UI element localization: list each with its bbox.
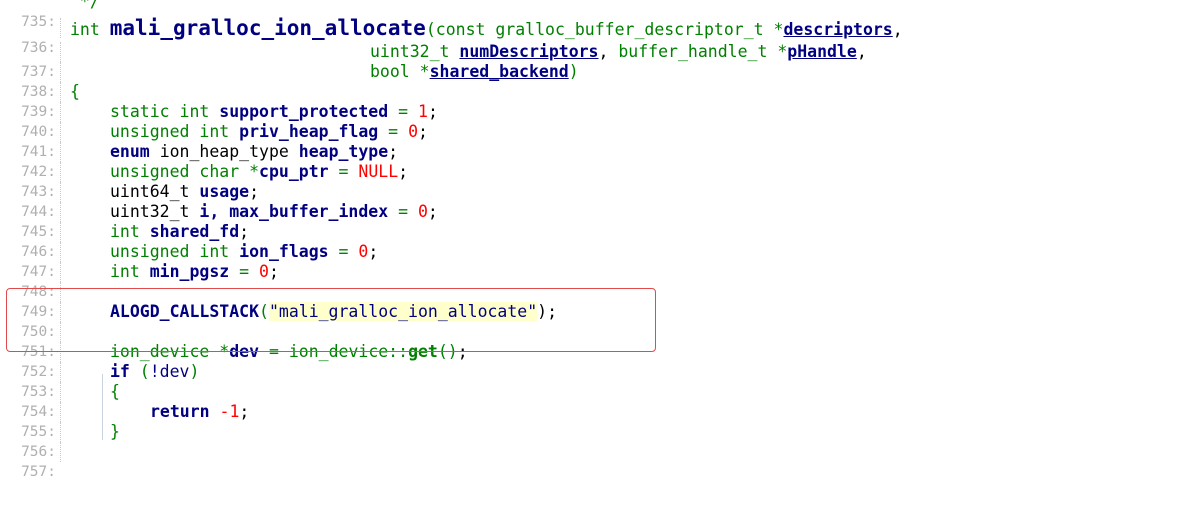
- code-line: 747: unsigned int ion_flags = 0;: [0, 242, 1195, 280]
- comment-end: */: [70, 0, 100, 11]
- param-descriptors: descriptors: [783, 20, 893, 39]
- code-line: 751:: [0, 322, 1195, 360]
- code-line: 742: enum ion_heap_type heap_type;: [0, 142, 1195, 180]
- brace-guide: [102, 374, 104, 440]
- return-type: int: [70, 20, 100, 39]
- code-line: 755: return -1;: [0, 402, 1195, 440]
- code-line: 741: unsigned int priv_heap_flag = 0;: [0, 122, 1195, 160]
- line-number: 757:: [21, 464, 56, 480]
- code-line: 750: ALOGD_CALLSTACK("mali_gralloc_ion_a…: [0, 302, 1195, 340]
- function-name: mali_gralloc_ion_allocate: [109, 16, 426, 40]
- string-literal: "mali_gralloc_ion_allocate": [268, 302, 538, 321]
- code-line: 744: uint64_t usage;: [0, 182, 1195, 220]
- fold-marker[interactable]: [60, 18, 67, 38]
- code-line: 753: if (!dev): [0, 362, 1195, 400]
- code-line: 756: }: [0, 422, 1195, 460]
- code-line: 745: uint32_t i, max_buffer_index = 0;: [0, 202, 1195, 240]
- code-line: 735: */: [0, 0, 1195, 30]
- code-line: 754: {: [0, 382, 1195, 420]
- code-line: 737: uint32_t numDescriptors, buffer_han…: [0, 42, 1195, 80]
- param-numDescriptors: numDescriptors: [459, 42, 599, 61]
- param-pHandle: pHandle: [787, 42, 857, 61]
- code-line: 736: int mali_gralloc_ion_allocate(const…: [0, 16, 1195, 57]
- code-editor[interactable]: 735: */ 736: int mali_gralloc_ion_alloca…: [0, 0, 1195, 480]
- code-line: 757:: [0, 442, 1195, 480]
- open-brace: {: [70, 82, 80, 101]
- code-line: 746: int shared_fd;: [0, 222, 1195, 260]
- code-line: 738: bool *shared_backend): [0, 62, 1195, 100]
- code-line: 749:: [0, 282, 1195, 320]
- code-line: 739: {: [0, 82, 1195, 120]
- code-line: 752: ion_device *dev = ion_device::get()…: [0, 342, 1195, 380]
- code-line: 748: int min_pgsz = 0;: [0, 262, 1195, 300]
- param-shared-backend: shared_backend: [429, 62, 569, 81]
- macro-call: ALOGD_CALLSTACK: [110, 302, 260, 321]
- code-line: 743: unsigned char *cpu_ptr = NULL;: [0, 162, 1195, 200]
- code-line: 740: static int support_protected = 1;: [0, 102, 1195, 140]
